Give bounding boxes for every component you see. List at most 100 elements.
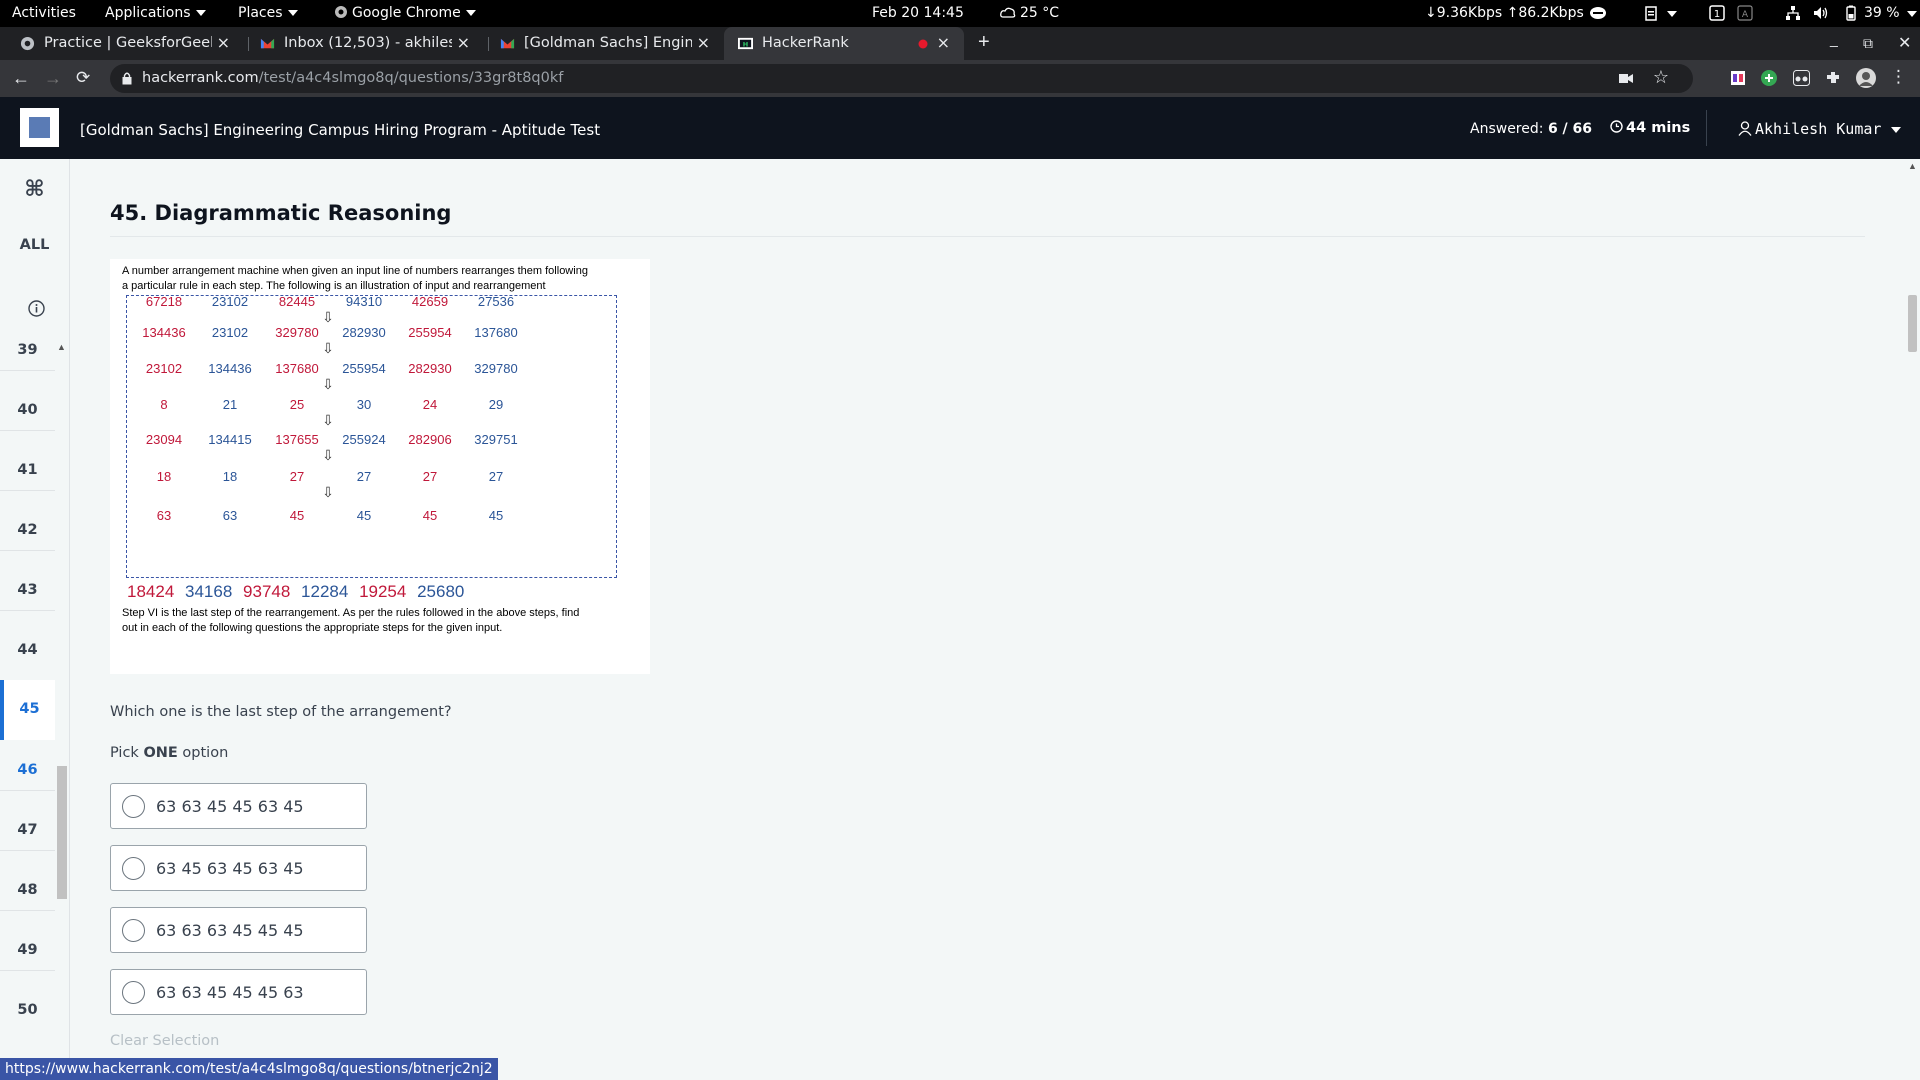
diagram-number: 23102 — [145, 361, 183, 376]
user-name: Akhilesh Kumar — [1755, 120, 1882, 138]
question-nav-39[interactable]: 39 — [0, 342, 55, 358]
minimize-button[interactable]: _ — [1830, 31, 1838, 47]
extensions-puzzle-icon[interactable] — [1825, 70, 1841, 86]
add-extension-icon[interactable] — [1761, 70, 1777, 86]
input-number: 34168 — [185, 582, 233, 601]
question-nav-48[interactable]: 48 — [0, 882, 55, 898]
chevron-down-icon[interactable] — [1907, 11, 1917, 17]
divider — [0, 370, 55, 371]
tab-goldman-gmail[interactable]: [Goldman Sachs] Enginee × — [486, 27, 724, 60]
workspace-1-icon[interactable]: 1 — [1709, 5, 1725, 21]
question-nav-50[interactable]: 50 — [0, 1002, 55, 1018]
question-nav-49[interactable]: 49 — [0, 942, 55, 958]
volume-icon[interactable] — [1813, 5, 1829, 21]
close-icon[interactable]: × — [697, 33, 710, 52]
back-button[interactable]: ← — [12, 68, 30, 88]
places-menu[interactable]: Places — [238, 5, 298, 21]
all-questions-button[interactable]: ALL — [0, 237, 69, 253]
camera-blocked-icon[interactable] — [1619, 73, 1633, 84]
system-top-bar: Activities Applications Places Google Ch… — [0, 0, 1920, 27]
battery-icon[interactable] — [1843, 5, 1859, 21]
answer-option-1[interactable]: 63 63 45 45 63 45 — [110, 783, 367, 829]
network-icon[interactable] — [1785, 5, 1801, 21]
user-menu[interactable]: Akhilesh Kumar — [1738, 120, 1902, 138]
weather-indicator: 25 °C — [1000, 5, 1059, 21]
divider — [0, 550, 55, 551]
chrome-menu-icon[interactable]: ⋮ — [1890, 67, 1907, 87]
clock-icon — [1610, 120, 1623, 133]
tab-gmail[interactable]: Inbox (12,503) - akhileshd × — [246, 27, 484, 60]
question-nav-47[interactable]: 47 — [0, 822, 55, 838]
scroll-up-arrow-icon[interactable]: ▲ — [57, 342, 66, 352]
time-left: 44 mins — [1626, 120, 1691, 136]
tab-geeksforgeeks[interactable]: Practice | GeeksforGeeks × — [6, 27, 244, 60]
forward-button[interactable]: → — [44, 68, 62, 88]
close-icon[interactable]: × — [457, 33, 470, 52]
applications-label: Applications — [105, 5, 191, 21]
clock[interactable]: Feb 20 14:45 — [872, 5, 964, 21]
answer-option-4[interactable]: 63 63 45 45 45 63 — [110, 969, 367, 1015]
question-nav-45[interactable]: 45 — [0, 680, 55, 740]
address-bar[interactable]: hackerrank.com/test/a4c4slmgo8q/question… — [110, 64, 1693, 93]
page-scrollbar[interactable]: ▲ — [1905, 159, 1920, 1080]
restore-button[interactable]: ⧉ — [1863, 35, 1873, 52]
clear-selection-link[interactable]: Clear Selection — [110, 1033, 219, 1049]
diagram-number: 282906 — [408, 432, 452, 447]
command-icon[interactable]: ⌘ — [0, 177, 69, 202]
activities-button[interactable]: Activities — [12, 5, 76, 21]
close-icon[interactable]: × — [937, 33, 950, 52]
radio-button[interactable] — [122, 857, 145, 880]
answer-option-2[interactable]: 63 45 63 45 63 45 — [110, 845, 367, 891]
divider — [0, 850, 55, 851]
chevron-down-icon[interactable] — [1667, 11, 1677, 17]
diagram-number: 255924 — [342, 432, 386, 447]
diagram-number: 27536 — [477, 294, 515, 309]
link-status-bar: https://www.hackerrank.com/test/a4c4slmg… — [0, 1058, 498, 1080]
question-list-scrollbar[interactable] — [57, 766, 67, 899]
radio-button[interactable] — [122, 981, 145, 1004]
svg-text:H: H — [743, 40, 748, 48]
question-nav-41[interactable]: 41 — [0, 462, 55, 478]
profile-avatar-icon[interactable] — [1856, 68, 1876, 88]
glasses-extension-icon[interactable] — [1793, 70, 1810, 86]
diagram-number: 94310 — [345, 294, 383, 309]
radio-button[interactable] — [122, 795, 145, 818]
new-tab-button[interactable]: + — [978, 31, 990, 54]
answered-value: 6 / 66 — [1547, 121, 1593, 137]
diagram-number: 23102 — [211, 294, 249, 309]
network-speed: ↓9.36Kbps ↑86.2Kbps — [1425, 5, 1584, 21]
diagram-number: 27 — [488, 469, 504, 484]
drive-icon[interactable] — [1590, 5, 1606, 21]
close-icon[interactable]: × — [217, 33, 230, 52]
scrollbar-thumb[interactable] — [1908, 295, 1917, 352]
chevron-down-icon — [1891, 126, 1902, 133]
outro-line-2: out in each of the following questions t… — [122, 622, 503, 634]
window-close-button[interactable]: ✕ — [1898, 33, 1911, 53]
diagram-number: 45 — [356, 508, 372, 523]
keyboard-layout-icon[interactable]: A — [1737, 5, 1753, 21]
scroll-up-arrow-icon[interactable]: ▲ — [1908, 161, 1917, 171]
cloud-icon — [1000, 7, 1016, 18]
battery-level: 39 % — [1864, 5, 1900, 21]
question-nav-46[interactable]: 46 — [0, 762, 55, 778]
test-header: [Goldman Sachs] Engineering Campus Hirin… — [0, 97, 1920, 159]
reload-button[interactable]: ⟳ — [76, 68, 90, 88]
extension-icon[interactable] — [1731, 71, 1745, 85]
divider — [0, 490, 55, 491]
intro-line-2: a particular rule in each step. The foll… — [122, 280, 546, 292]
diagram-number: 282930 — [408, 361, 452, 376]
question-nav-40[interactable]: 40 — [0, 402, 55, 418]
question-navigator: ⌘ ALL ▲ 39 40 41 42 43 44 45 46 47 48 49… — [0, 159, 70, 1080]
app-menu[interactable]: Google Chrome — [334, 5, 476, 21]
question-nav-44[interactable]: 44 — [0, 642, 55, 658]
down-arrow-icon: ⇩ — [322, 376, 334, 392]
clipboard-icon[interactable] — [1643, 5, 1659, 21]
question-nav-42[interactable]: 42 — [0, 522, 55, 538]
radio-button[interactable] — [122, 919, 145, 942]
answer-option-3[interactable]: 63 63 63 45 45 45 — [110, 907, 367, 953]
question-nav-43[interactable]: 43 — [0, 582, 55, 598]
bookmark-star-icon[interactable]: ☆ — [1653, 67, 1669, 88]
applications-menu[interactable]: Applications — [105, 5, 206, 21]
info-icon[interactable] — [28, 300, 45, 317]
tab-hackerrank[interactable]: H HackerRank × — [724, 27, 964, 60]
